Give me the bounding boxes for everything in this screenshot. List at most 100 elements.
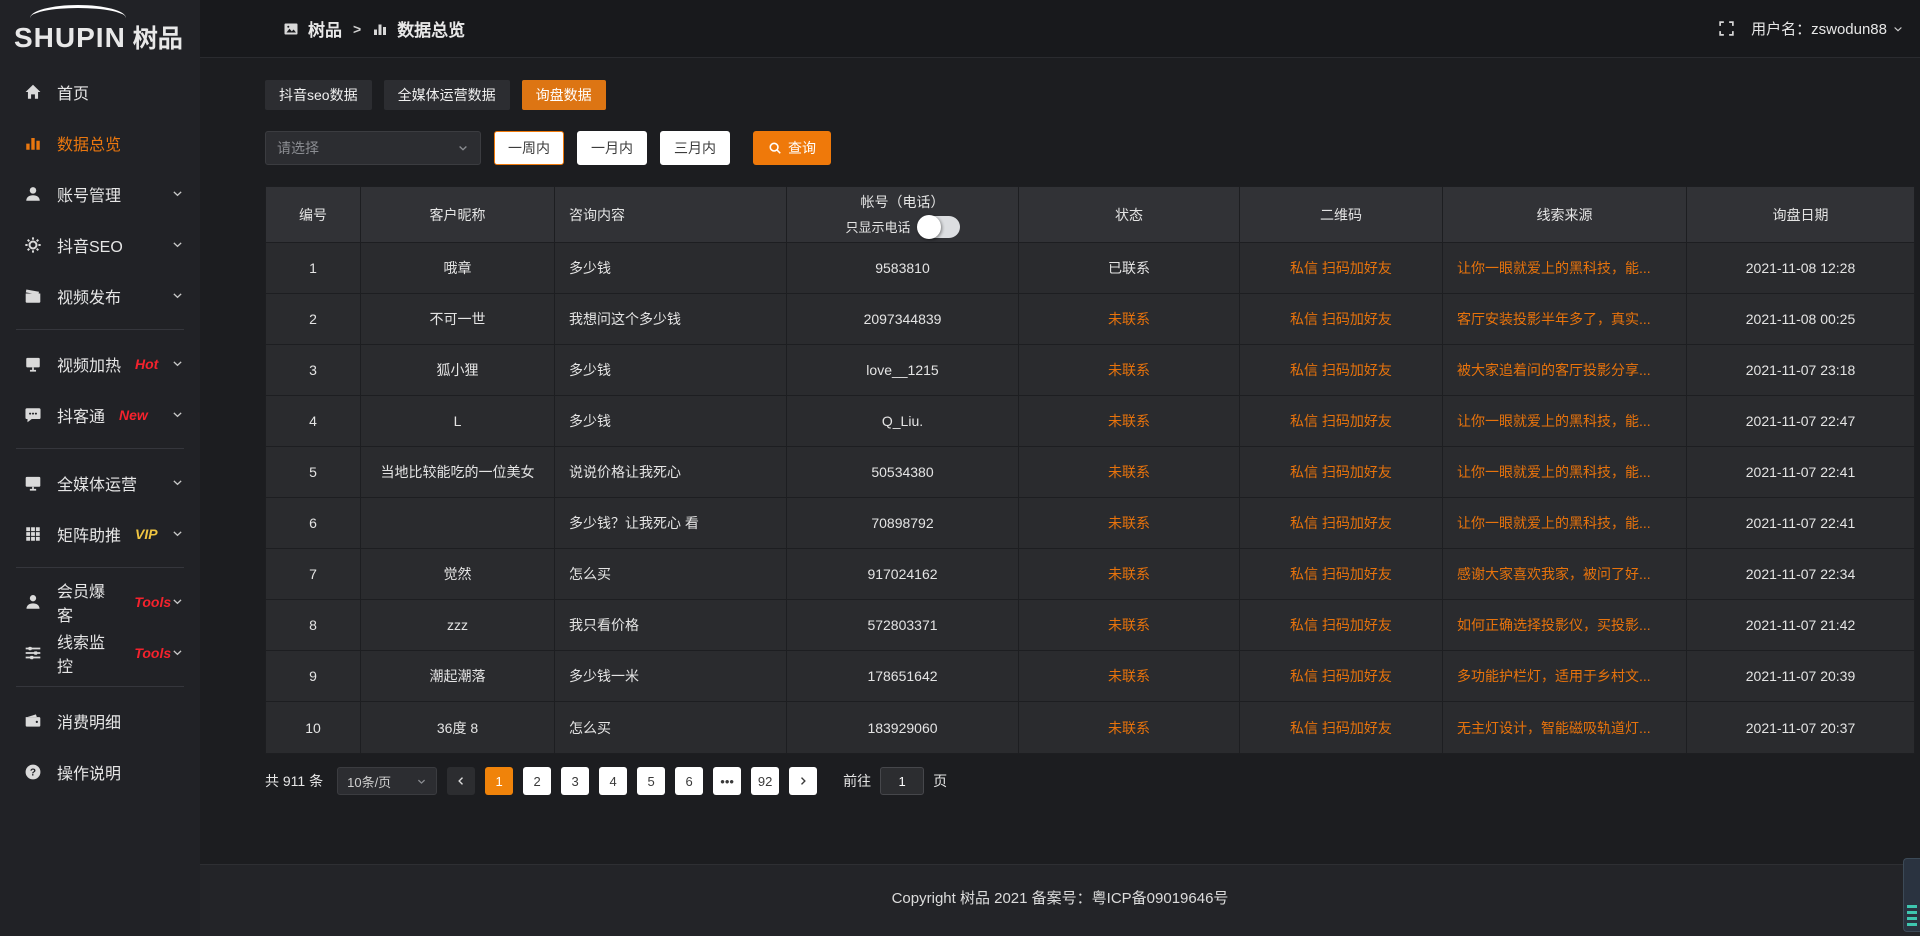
cell-status-text: 未联系 xyxy=(1108,309,1150,329)
page-size-select[interactable]: 10条/页 xyxy=(337,767,437,795)
breadcrumb-item-brand[interactable]: 树品 xyxy=(308,16,342,41)
cell-source[interactable]: 如何正确选择投影仪，买投影... xyxy=(1443,600,1687,650)
column-header: 帐号（电话）只显示电话 xyxy=(787,187,1019,242)
cell-no: 1 xyxy=(266,243,361,293)
sidebar-item-help[interactable]: ?操作说明 xyxy=(0,746,200,797)
username-label: 用户名：zswodun88 xyxy=(1751,18,1887,39)
filter-select-placeholder: 请选择 xyxy=(277,138,319,158)
user-dropdown[interactable]: 用户名：zswodun88 xyxy=(1751,18,1904,39)
page-button-6[interactable]: 6 xyxy=(675,767,703,795)
goto-page-input[interactable] xyxy=(880,767,924,795)
cell-status-text: 未联系 xyxy=(1108,360,1150,380)
cell-account-text: love__1215 xyxy=(866,362,938,378)
query-button[interactable]: 查询 xyxy=(753,131,831,165)
cell-content: 多少钱 xyxy=(555,243,787,293)
cell-no-text: 2 xyxy=(309,311,317,327)
cell-status-text: 未联系 xyxy=(1108,462,1150,482)
cell-qrcode[interactable]: 私信 扫码加好友 xyxy=(1240,243,1443,293)
range-button[interactable]: 一周内 xyxy=(494,131,564,165)
cell-no-text: 1 xyxy=(309,260,317,276)
page-button-5[interactable]: 5 xyxy=(637,767,665,795)
cell-status: 已联系 xyxy=(1019,243,1240,293)
cell-qrcode-text: 私信 扫码加好友 xyxy=(1290,513,1392,533)
phone-only-label: 只显示电话 xyxy=(845,217,910,236)
cell-source[interactable]: 感谢大家喜欢我家，被问了好... xyxy=(1443,549,1687,599)
sidebar-item-badge: New xyxy=(119,407,148,423)
filter-select[interactable]: 请选择 xyxy=(265,131,481,165)
chevron-down-icon xyxy=(171,646,184,659)
sidebar-item-omni-media[interactable]: 全媒体运营 xyxy=(0,457,200,508)
page-button-4[interactable]: 4 xyxy=(599,767,627,795)
tab-inquiry-data[interactable]: 询盘数据 xyxy=(522,80,606,110)
cell-source[interactable]: 让你一眼就爱上的黑科技，能... xyxy=(1443,243,1687,293)
page-ellipsis-button[interactable]: ••• xyxy=(713,767,741,795)
tab-omni-media-data[interactable]: 全媒体运营数据 xyxy=(384,80,510,110)
cell-no: 7 xyxy=(266,549,361,599)
sidebar-item-video-publish[interactable]: 视频发布 xyxy=(0,270,200,321)
cell-qrcode[interactable]: 私信 扫码加好友 xyxy=(1240,498,1443,548)
sidebar-item-matrix-boost[interactable]: 矩阵助推VIP xyxy=(0,508,200,559)
cell-source-text: 客厅安装投影半年多了，真实... xyxy=(1457,309,1651,329)
cell-source[interactable]: 让你一眼就爱上的黑科技，能... xyxy=(1443,447,1687,497)
sidebar-item-clue-monitor[interactable]: 线索监控Tools xyxy=(0,627,200,678)
sidebar-item-member-boom[interactable]: 会员爆客Tools xyxy=(0,576,200,627)
prev-page-button[interactable] xyxy=(447,767,475,795)
cell-no: 5 xyxy=(266,447,361,497)
cell-account: 178651642 xyxy=(787,651,1019,701)
query-button-label: 查询 xyxy=(788,138,816,158)
cell-qrcode[interactable]: 私信 扫码加好友 xyxy=(1240,396,1443,446)
bar-chart-icon xyxy=(372,21,388,37)
cell-no-text: 5 xyxy=(309,464,317,480)
sidebar-item-douketong[interactable]: 抖客通New xyxy=(0,389,200,440)
cell-source[interactable]: 让你一眼就爱上的黑科技，能... xyxy=(1443,498,1687,548)
page-button-1[interactable]: 1 xyxy=(485,767,513,795)
cell-nickname-text: 哦章 xyxy=(444,258,472,278)
cell-nickname: 哦章 xyxy=(361,243,555,293)
chevron-down-icon xyxy=(171,289,184,302)
range-button[interactable]: 一月内 xyxy=(577,131,647,165)
user-icon xyxy=(24,185,42,203)
cell-nickname-text: 不可一世 xyxy=(430,309,486,329)
column-header: 询盘日期 xyxy=(1687,187,1914,242)
cell-qrcode[interactable]: 私信 扫码加好友 xyxy=(1240,600,1443,650)
cell-account-text: 572803371 xyxy=(867,617,937,633)
cell-status: 未联系 xyxy=(1019,702,1240,753)
cell-no-text: 7 xyxy=(309,566,317,582)
sidebar-item-account-manage[interactable]: 账号管理 xyxy=(0,168,200,219)
cell-qrcode[interactable]: 私信 扫码加好友 xyxy=(1240,345,1443,395)
next-page-button[interactable] xyxy=(789,767,817,795)
goto-label: 前往 xyxy=(843,771,871,791)
sidebar-item-video-heat[interactable]: 视频加热Hot xyxy=(0,338,200,389)
cell-source[interactable]: 被大家追着问的客厅投影分享... xyxy=(1443,345,1687,395)
sidebar-item-douyin-seo[interactable]: 抖音SEO xyxy=(0,219,200,270)
sidebar-item-spend-detail[interactable]: 消费明细 xyxy=(0,695,200,746)
tab-douyin-seo-data[interactable]: 抖音seo数据 xyxy=(265,80,372,110)
cell-qrcode[interactable]: 私信 扫码加好友 xyxy=(1240,447,1443,497)
cell-source[interactable]: 客厅安装投影半年多了，真实... xyxy=(1443,294,1687,344)
page-button-3[interactable]: 3 xyxy=(561,767,589,795)
cell-qrcode[interactable]: 私信 扫码加好友 xyxy=(1240,651,1443,701)
cell-source[interactable]: 无主灯设计，智能磁吸轨道灯... xyxy=(1443,702,1687,753)
breadcrumb-item-current: 数据总览 xyxy=(397,16,465,41)
table-row: 3狐小狸多少钱love__1215未联系私信 扫码加好友被大家追着问的客厅投影分… xyxy=(266,345,1914,396)
cell-date-text: 2021-11-07 22:47 xyxy=(1746,413,1856,429)
cell-content-text: 多少钱 xyxy=(569,360,611,380)
phone-only-toggle[interactable] xyxy=(918,216,960,238)
cell-no-text: 10 xyxy=(305,720,321,736)
sidebar-item-home[interactable]: 首页 xyxy=(0,66,200,117)
cell-source[interactable]: 让你一眼就爱上的黑科技，能... xyxy=(1443,396,1687,446)
range-button[interactable]: 三月内 xyxy=(660,131,730,165)
member-icon xyxy=(24,593,42,611)
brand-logo[interactable]: SHUPIN 树品 xyxy=(0,0,200,62)
cell-qrcode[interactable]: 私信 扫码加好友 xyxy=(1240,549,1443,599)
sidebar-item-data-overview[interactable]: 数据总览 xyxy=(0,117,200,168)
cell-qrcode[interactable]: 私信 扫码加好友 xyxy=(1240,294,1443,344)
cell-qrcode[interactable]: 私信 扫码加好友 xyxy=(1240,702,1443,753)
cell-source[interactable]: 多功能护栏灯，适用于乡村文... xyxy=(1443,651,1687,701)
page-button-92[interactable]: 92 xyxy=(751,767,779,795)
chevron-right-icon xyxy=(797,775,809,787)
page-button-2[interactable]: 2 xyxy=(523,767,551,795)
service-widget[interactable] xyxy=(1903,858,1920,932)
fullscreen-icon[interactable] xyxy=(1718,20,1735,37)
screen-icon xyxy=(24,474,42,492)
